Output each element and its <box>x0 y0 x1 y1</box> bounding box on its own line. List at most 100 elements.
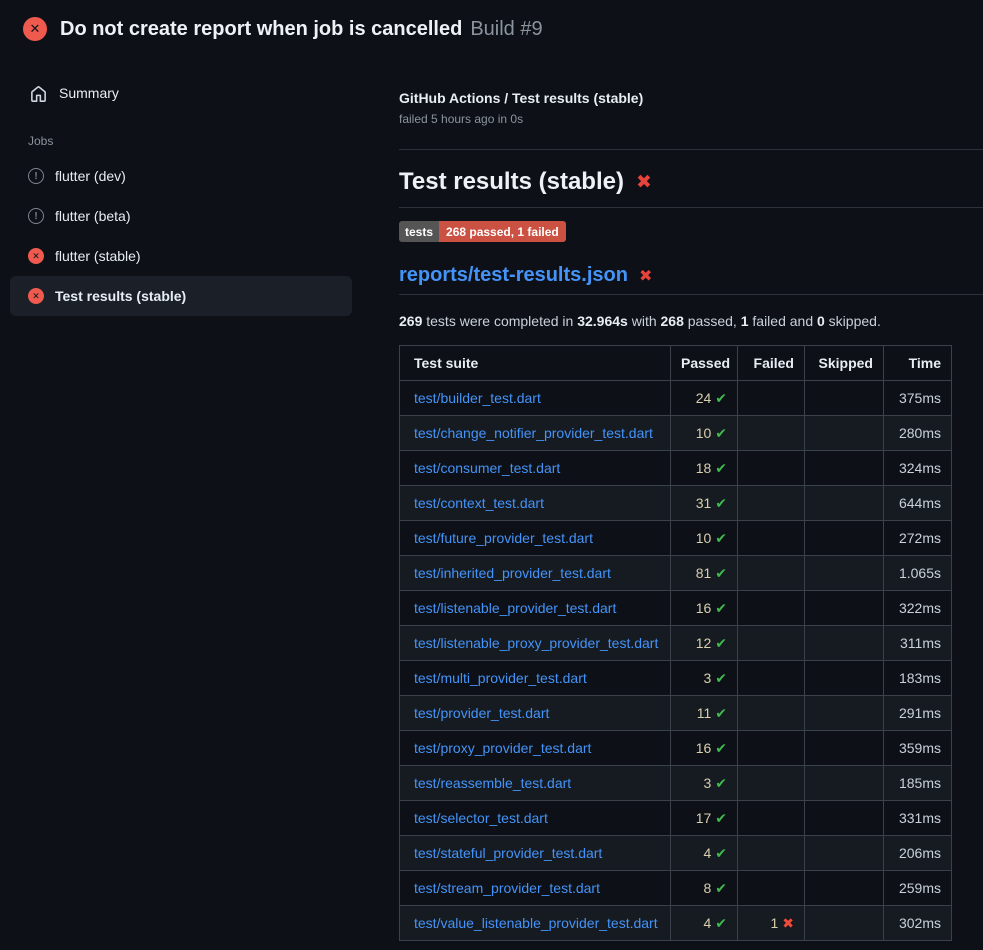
time-cell: 359ms <box>884 731 952 766</box>
x-circle-icon: ✕ <box>28 248 44 264</box>
col-test-suite: Test suite <box>400 346 671 381</box>
summary-segment: 269 <box>399 313 422 329</box>
summary-segment: with <box>628 313 661 329</box>
passed-cell: 31✔ <box>671 486 738 521</box>
table-row: test/proxy_provider_test.dart16✔359ms <box>400 731 952 766</box>
time-cell: 185ms <box>884 766 952 801</box>
passed-count: 4 <box>703 915 711 931</box>
passed-count: 16 <box>696 740 712 756</box>
report-link[interactable]: reports/test-results.json <box>399 264 628 287</box>
time-cell: 644ms <box>884 486 952 521</box>
table-row: test/context_test.dart 31✔ 644ms <box>400 486 952 521</box>
skipped-cell <box>805 731 884 766</box>
badge-label: tests <box>399 221 439 242</box>
jobs-section-label: Jobs <box>28 134 352 148</box>
summary-segment: 1 <box>741 313 749 329</box>
summary-segment: passed, <box>684 313 741 329</box>
time-cell: 375ms <box>884 381 952 416</box>
skipped-cell <box>805 696 884 731</box>
passed-cell: 81✔ <box>671 556 738 591</box>
failed-cell <box>738 766 805 801</box>
suite-cell: test/context_test.dart <box>400 486 671 521</box>
run-meta: failed 5 hours ago in 0s <box>399 112 983 126</box>
suite-link[interactable]: test/listenable_provider_test.dart <box>414 600 616 616</box>
check-icon: ✔ <box>715 705 727 721</box>
neutral-circle-icon: ! <box>28 168 44 184</box>
passed-count: 24 <box>696 390 712 406</box>
section-heading: Test results (stable) ✖ <box>399 168 983 208</box>
tests-badge: tests 268 passed, 1 failed <box>399 221 566 242</box>
suite-cell: test/builder_test.dart <box>400 381 671 416</box>
time-cell: 206ms <box>884 836 952 871</box>
failed-cell <box>738 416 805 451</box>
suite-cell: test/provider_test.dart <box>400 696 671 731</box>
suite-link[interactable]: test/reassemble_test.dart <box>414 775 571 791</box>
passed-count: 16 <box>696 600 712 616</box>
table-row: test/listenable_proxy_provider_test.dart… <box>400 626 952 661</box>
passed-count: 17 <box>696 810 712 826</box>
time-cell: 280ms <box>884 416 952 451</box>
sidebar-item-label: flutter (dev) <box>55 168 126 184</box>
skipped-cell <box>805 451 884 486</box>
failed-cell <box>738 696 805 731</box>
passed-cell: 24✔ <box>671 381 738 416</box>
summary-segment: tests were completed in <box>422 313 577 329</box>
sidebar-item-summary[interactable]: Summary <box>10 73 352 113</box>
summary-segment: 268 <box>661 313 684 329</box>
time-cell: 311ms <box>884 626 952 661</box>
skipped-cell <box>805 521 884 556</box>
sidebar-item-job[interactable]: ✕Test results (stable) <box>10 276 352 316</box>
suite-link[interactable]: test/builder_test.dart <box>414 390 541 406</box>
sidebar-item-job[interactable]: ✕flutter (stable) <box>10 236 352 276</box>
sidebar-item-job[interactable]: !flutter (beta) <box>10 196 352 236</box>
suite-link[interactable]: test/consumer_test.dart <box>414 460 560 476</box>
time-cell: 302ms <box>884 906 952 941</box>
check-icon: ✔ <box>715 495 727 511</box>
x-circle-icon: ✕ <box>23 17 47 41</box>
passed-cell: 3✔ <box>671 766 738 801</box>
col-passed: Passed <box>671 346 738 381</box>
suite-link[interactable]: test/inherited_provider_test.dart <box>414 565 611 581</box>
failed-cell <box>738 626 805 661</box>
suite-link[interactable]: test/change_notifier_provider_test.dart <box>414 425 653 441</box>
suite-link[interactable]: test/multi_provider_test.dart <box>414 670 587 686</box>
failed-cell <box>738 556 805 591</box>
divider <box>399 149 983 150</box>
skipped-cell <box>805 486 884 521</box>
results-table: Test suite Passed Failed Skipped Time te… <box>399 345 952 941</box>
suite-link[interactable]: test/provider_test.dart <box>414 705 549 721</box>
failed-x-icon: ✖ <box>639 266 652 286</box>
passed-cell: 10✔ <box>671 521 738 556</box>
passed-cell: 17✔ <box>671 801 738 836</box>
suite-link[interactable]: test/selector_test.dart <box>414 810 548 826</box>
sidebar-item-job[interactable]: ! flutter (dev) <box>10 156 352 196</box>
suite-link[interactable]: test/proxy_provider_test.dart <box>414 740 591 756</box>
col-skipped: Skipped <box>805 346 884 381</box>
passed-cell: 8✔ <box>671 871 738 906</box>
home-icon <box>30 85 47 102</box>
time-cell: 183ms <box>884 661 952 696</box>
suite-link[interactable]: test/future_provider_test.dart <box>414 530 593 546</box>
skipped-cell <box>805 626 884 661</box>
skipped-cell <box>805 591 884 626</box>
badge-value: 268 passed, 1 failed <box>439 221 566 242</box>
failed-cell <box>738 521 805 556</box>
suite-cell: test/future_provider_test.dart <box>400 521 671 556</box>
suite-cell: test/inherited_provider_test.dart <box>400 556 671 591</box>
suite-link[interactable]: test/listenable_proxy_provider_test.dart <box>414 635 658 651</box>
table-row: test/change_notifier_provider_test.dart1… <box>400 416 952 451</box>
suite-link[interactable]: test/stream_provider_test.dart <box>414 880 600 896</box>
suite-link[interactable]: test/context_test.dart <box>414 495 544 511</box>
check-icon: ✔ <box>715 600 727 616</box>
skipped-cell <box>805 416 884 451</box>
passed-cell: 12✔ <box>671 626 738 661</box>
summary-line: 269 tests were completed in 32.964s with… <box>399 313 983 329</box>
table-row: test/selector_test.dart17✔331ms <box>400 801 952 836</box>
suite-link[interactable]: test/value_listenable_provider_test.dart <box>414 915 658 931</box>
sidebar-jobs: ! flutter (dev) !flutter (beta)✕flutter (s… <box>10 156 352 316</box>
passed-count: 31 <box>696 495 712 511</box>
suite-cell: test/listenable_proxy_provider_test.dart <box>400 626 671 661</box>
failed-x-icon: ✖ <box>636 171 652 194</box>
skipped-cell <box>805 871 884 906</box>
suite-link[interactable]: test/stateful_provider_test.dart <box>414 845 602 861</box>
